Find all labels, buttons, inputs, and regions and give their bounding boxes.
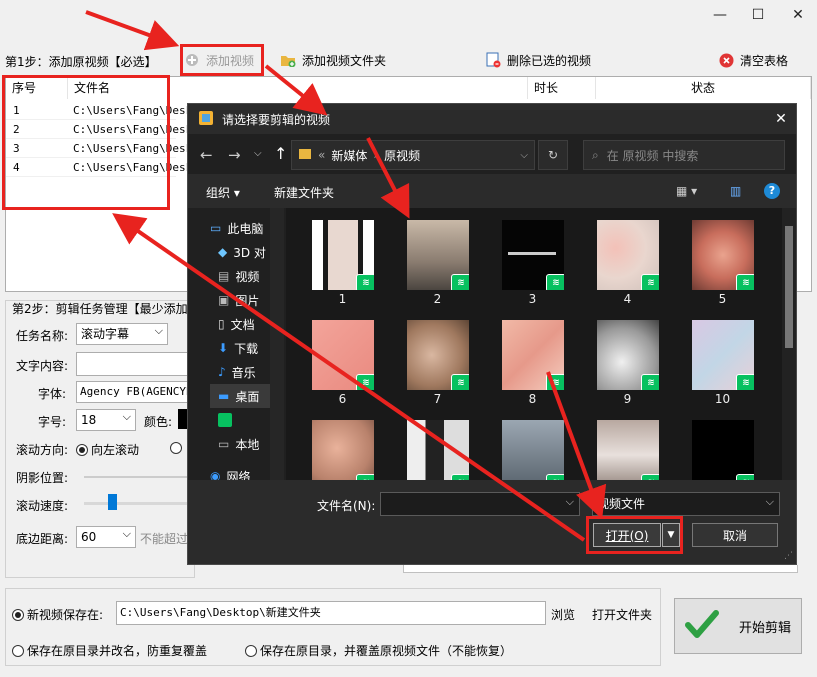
annotation-arrows bbox=[85, 10, 607, 542]
arrow-to-add-video bbox=[85, 10, 180, 51]
arrow-to-dialog bbox=[264, 64, 328, 116]
arrow-to-files bbox=[366, 137, 410, 219]
arrow-to-open bbox=[546, 371, 607, 520]
arrow-to-table bbox=[112, 213, 586, 542]
